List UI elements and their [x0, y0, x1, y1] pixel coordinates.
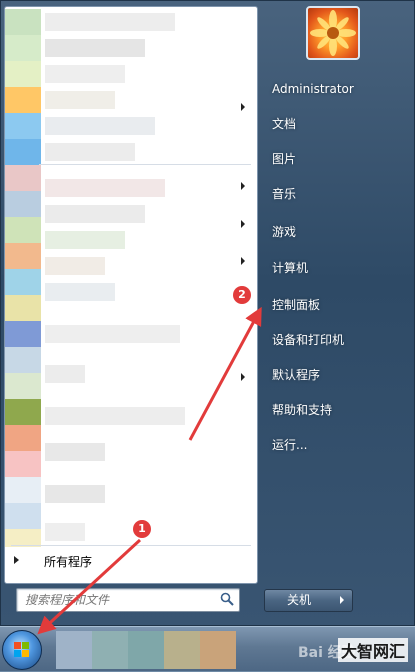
start-menu: 所有程序 Administrator 文档 图片 音乐 游戏 — [0, 0, 415, 626]
menu-item-label: 默认程序 — [272, 368, 321, 382]
menu-item-computer[interactable]: 计算机 — [264, 254, 404, 282]
all-programs-label: 所有程序 — [44, 555, 93, 569]
menu-item-label: 文档 — [272, 117, 297, 131]
search-icon[interactable] — [220, 592, 234, 606]
submenu-arrow-icon[interactable] — [241, 103, 245, 111]
menu-item-label: Administrator — [272, 82, 354, 96]
submenu-arrow-icon[interactable] — [241, 257, 245, 265]
annotation-marker-1: 1 — [133, 520, 151, 538]
menu-item-music[interactable]: 音乐 — [264, 180, 404, 208]
flower-icon — [310, 10, 356, 56]
pane-divider — [39, 164, 251, 165]
submenu-arrow-icon[interactable] — [241, 373, 245, 381]
shutdown-options-button[interactable] — [332, 589, 353, 612]
search-input[interactable] — [25, 592, 215, 608]
menu-item-label: 运行... — [272, 438, 308, 452]
blurred-program-list — [5, 7, 257, 547]
watermark: Bai 经验 大智网汇 — [298, 632, 414, 666]
annotation-marker-2: 2 — [233, 286, 251, 304]
menu-item-documents[interactable]: 文档 — [264, 110, 404, 138]
menu-item-run[interactable]: 运行... — [264, 431, 404, 459]
all-programs-arrow-icon — [14, 556, 19, 564]
menu-item-default-programs[interactable]: 默认程序 — [264, 361, 404, 389]
menu-item-pictures[interactable]: 图片 — [264, 145, 404, 173]
watermark-site: 大智网汇 — [337, 638, 408, 662]
windows-logo-icon — [14, 642, 29, 657]
menu-item-label: 帮助和支持 — [272, 403, 333, 417]
program-list-pane — [4, 6, 258, 584]
menu-item-label: 图片 — [272, 152, 297, 166]
menu-item-label: 控制面板 — [272, 298, 321, 312]
start-button[interactable] — [2, 630, 42, 670]
menu-item-administrator[interactable]: Administrator — [264, 75, 404, 103]
menu-item-label: 游戏 — [272, 225, 297, 239]
menu-item-label: 计算机 — [272, 261, 309, 275]
all-programs-button[interactable]: 所有程序 — [4, 548, 256, 574]
submenu-arrow-icon[interactable] — [241, 220, 245, 228]
shutdown-button[interactable]: 关机 — [264, 589, 334, 612]
menu-item-devices-printers[interactable]: 设备和打印机 — [264, 326, 404, 354]
chevron-right-icon — [340, 596, 344, 604]
all-programs-divider — [11, 545, 251, 546]
shutdown-label: 关机 — [286, 593, 311, 607]
menu-item-control-panel[interactable]: 控制面板 — [264, 291, 404, 319]
menu-item-help-support[interactable]: 帮助和支持 — [264, 396, 404, 424]
search-box[interactable] — [16, 588, 240, 612]
user-avatar[interactable] — [306, 6, 360, 60]
menu-item-games[interactable]: 游戏 — [264, 218, 404, 246]
menu-item-label: 设备和打印机 — [272, 333, 345, 347]
submenu-arrow-icon[interactable] — [241, 182, 245, 190]
menu-item-label: 音乐 — [272, 187, 297, 201]
blurred-taskbar-items — [56, 631, 236, 669]
